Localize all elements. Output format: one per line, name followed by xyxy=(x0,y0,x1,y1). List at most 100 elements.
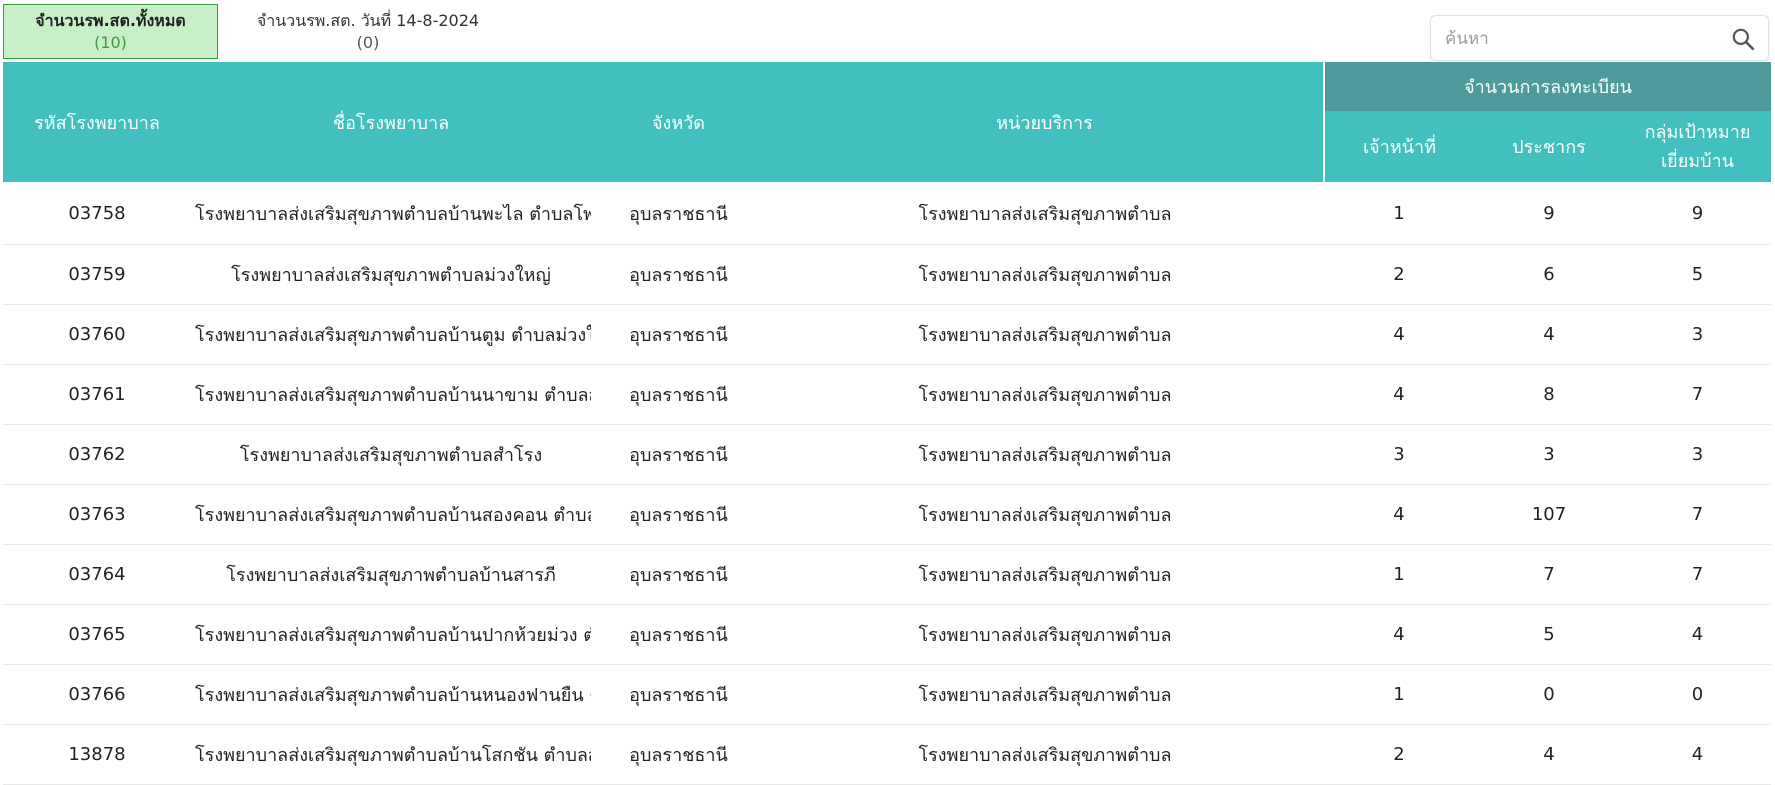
cell-unit: โรงพยาบาลส่งเสริมสุขภาพตำบล xyxy=(766,304,1324,365)
cell-code: 03759 xyxy=(3,244,191,305)
cell-province: อุบลราชธานี xyxy=(591,304,766,365)
cell-staff: 3 xyxy=(1324,424,1474,485)
cell-province: อุบลราชธานี xyxy=(591,664,766,725)
cell-staff: 1 xyxy=(1324,664,1474,725)
cell-province: อุบลราชธานี xyxy=(591,244,766,305)
cell-target: 3 xyxy=(1624,304,1772,365)
cell-staff: 2 xyxy=(1324,724,1474,785)
cell-province: อุบลราชธานี xyxy=(591,484,766,545)
cell-province: อุบลราชธานี xyxy=(591,424,766,485)
cell-population: 0 xyxy=(1474,664,1624,725)
cell-population: 4 xyxy=(1474,304,1624,365)
cell-name: โรงพยาบาลส่งเสริมสุขภาพตำบลบ้านสารภี xyxy=(191,544,591,605)
table-row[interactable]: 03764 โรงพยาบาลส่งเสริมสุขภาพตำบลบ้านสารภ… xyxy=(3,544,1772,605)
table-row[interactable]: 03766 โรงพยาบาลส่งเสริมสุขภาพตำบลบ้านหนอง… xyxy=(3,664,1772,725)
table-row[interactable]: 03763 โรงพยาบาลส่งเสริมสุขภาพตำบลบ้านสองค… xyxy=(3,484,1772,545)
cell-target: 7 xyxy=(1624,544,1772,605)
cell-unit: โรงพยาบาลส่งเสริมสุขภาพตำบล xyxy=(766,424,1324,485)
cell-name: โรงพยาบาลส่งเสริมสุขภาพตำบลบ้านสองคอน ตำ… xyxy=(191,484,591,545)
cell-name: โรงพยาบาลส่งเสริมสุขภาพตำบลม่วงใหญ่ xyxy=(191,244,591,305)
search-input[interactable] xyxy=(1443,24,1717,54)
cell-unit: โรงพยาบาลส่งเสริมสุขภาพตำบล xyxy=(766,604,1324,665)
cell-name: โรงพยาบาลส่งเสริมสุขภาพตำบลบ้านโสกชัน ตำ… xyxy=(191,724,591,785)
cell-target: 4 xyxy=(1624,604,1772,665)
cell-name: โรงพยาบาลส่งเสริมสุขภาพตำบลบ้านตูม ตำบลม… xyxy=(191,304,591,365)
search-icon[interactable] xyxy=(1730,26,1756,52)
header-unit[interactable]: หน่วยบริการ xyxy=(766,62,1324,182)
cell-code: 13878 xyxy=(3,724,191,785)
cell-population: 107 xyxy=(1474,484,1624,545)
hospital-table: รหัสโรงพยาบาล ชื่อโรงพยาบาล จังหวัด หน่ว… xyxy=(3,62,1772,785)
header-province[interactable]: จังหวัด xyxy=(591,62,766,182)
cell-unit: โรงพยาบาลส่งเสริมสุขภาพตำบล xyxy=(766,182,1324,245)
cell-code: 03763 xyxy=(3,484,191,545)
tab-count: (10) xyxy=(94,32,127,52)
table-row[interactable]: 03759 โรงพยาบาลส่งเสริมสุขภาพตำบลม่วงใหญ่… xyxy=(3,244,1772,305)
cell-target: 5 xyxy=(1624,244,1772,305)
cell-population: 9 xyxy=(1474,182,1624,245)
cell-code: 03758 xyxy=(3,182,191,245)
cell-target: 4 xyxy=(1624,724,1772,785)
cell-population: 5 xyxy=(1474,604,1624,665)
tab-hospitals-by-date[interactable]: จำนวนรพ.สต. วันที่ 14-8-2024 (0) xyxy=(218,4,518,59)
cell-population: 8 xyxy=(1474,364,1624,425)
cell-population: 3 xyxy=(1474,424,1624,485)
cell-population: 7 xyxy=(1474,544,1624,605)
cell-province: อุบลราชธานี xyxy=(591,364,766,425)
cell-target: 9 xyxy=(1624,182,1772,245)
cell-unit: โรงพยาบาลส่งเสริมสุขภาพตำบล xyxy=(766,484,1324,545)
cell-unit: โรงพยาบาลส่งเสริมสุขภาพตำบล xyxy=(766,244,1324,305)
table-row[interactable]: 13878 โรงพยาบาลส่งเสริมสุขภาพตำบลบ้านโสกช… xyxy=(3,724,1772,785)
cell-name: โรงพยาบาลส่งเสริมสุขภาพตำบลบ้านพะไล ตำบล… xyxy=(191,182,591,245)
cell-unit: โรงพยาบาลส่งเสริมสุขภาพตำบล xyxy=(766,664,1324,725)
tab-label: จำนวนรพ.สต. วันที่ 14-8-2024 xyxy=(256,10,480,30)
table-row[interactable]: 03758 โรงพยาบาลส่งเสริมสุขภาพตำบลบ้านพะไล… xyxy=(3,182,1772,245)
cell-name: โรงพยาบาลส่งเสริมสุขภาพตำบลบ้านหนองฟานยื… xyxy=(191,664,591,725)
search-box xyxy=(1430,15,1769,61)
tab-count: (0) xyxy=(356,32,380,52)
cell-target: 3 xyxy=(1624,424,1772,485)
header-staff[interactable]: เจ้าหน้าที่ xyxy=(1323,110,1474,182)
header-target-home-visit[interactable]: กลุ่มเป้าหมาย เยี่ยมบ้าน xyxy=(1624,110,1772,182)
header-population[interactable]: ประชากร xyxy=(1474,110,1624,182)
cell-code: 03761 xyxy=(3,364,191,425)
cell-staff: 4 xyxy=(1324,604,1474,665)
cell-province: อุบลราชธานี xyxy=(591,182,766,245)
table-row[interactable]: 03761 โรงพยาบาลส่งเสริมสุขภาพตำบลบ้านนาขา… xyxy=(3,364,1772,425)
cell-name: โรงพยาบาลส่งเสริมสุขภาพตำบลบ้านปากห้วยม่… xyxy=(191,604,591,665)
tab-all-hospitals[interactable]: จำนวนรพ.สต.ทั้งหมด (10) xyxy=(3,4,218,59)
cell-staff: 1 xyxy=(1324,182,1474,245)
header-name[interactable]: ชื่อโรงพยาบาล xyxy=(191,62,591,182)
table-row[interactable]: 03762 โรงพยาบาลส่งเสริมสุขภาพตำบลสำโรง อุบ… xyxy=(3,424,1772,485)
header-registration-group: จำนวนการลงทะเบียน xyxy=(1322,62,1772,111)
cell-name: โรงพยาบาลส่งเสริมสุขภาพตำบลบ้านนาขาม ตำบ… xyxy=(191,364,591,425)
header-code[interactable]: รหัสโรงพยาบาล xyxy=(3,62,191,182)
cell-province: อุบลราชธานี xyxy=(591,544,766,605)
table-body: 03758 โรงพยาบาลส่งเสริมสุขภาพตำบลบ้านพะไล… xyxy=(3,182,1772,785)
cell-staff: 4 xyxy=(1324,364,1474,425)
cell-code: 03762 xyxy=(3,424,191,485)
cell-unit: โรงพยาบาลส่งเสริมสุขภาพตำบล xyxy=(766,724,1324,785)
cell-staff: 2 xyxy=(1324,244,1474,305)
cell-province: อุบลราชธานี xyxy=(591,604,766,665)
table-row[interactable]: 03760 โรงพยาบาลส่งเสริมสุขภาพตำบลบ้านตูม … xyxy=(3,304,1772,365)
tab-label: จำนวนรพ.สต.ทั้งหมด xyxy=(35,10,186,30)
cell-name: โรงพยาบาลส่งเสริมสุขภาพตำบลสำโรง xyxy=(191,424,591,485)
cell-population: 6 xyxy=(1474,244,1624,305)
cell-target: 0 xyxy=(1624,664,1772,725)
cell-unit: โรงพยาบาลส่งเสริมสุขภาพตำบล xyxy=(766,364,1324,425)
cell-target: 7 xyxy=(1624,484,1772,545)
cell-code: 03760 xyxy=(3,304,191,365)
cell-province: อุบลราชธานี xyxy=(591,724,766,785)
cell-unit: โรงพยาบาลส่งเสริมสุขภาพตำบล xyxy=(766,544,1324,605)
cell-population: 4 xyxy=(1474,724,1624,785)
cell-code: 03764 xyxy=(3,544,191,605)
cell-target: 7 xyxy=(1624,364,1772,425)
cell-staff: 4 xyxy=(1324,484,1474,545)
cell-staff: 1 xyxy=(1324,544,1474,605)
table-row[interactable]: 03765 โรงพยาบาลส่งเสริมสุขภาพตำบลบ้านปากห… xyxy=(3,604,1772,665)
cell-staff: 4 xyxy=(1324,304,1474,365)
tab-bar: จำนวนรพ.สต.ทั้งหมด (10) จำนวนรพ.สต. วันท… xyxy=(3,4,518,61)
cell-code: 03765 xyxy=(3,604,191,665)
cell-code: 03766 xyxy=(3,664,191,725)
